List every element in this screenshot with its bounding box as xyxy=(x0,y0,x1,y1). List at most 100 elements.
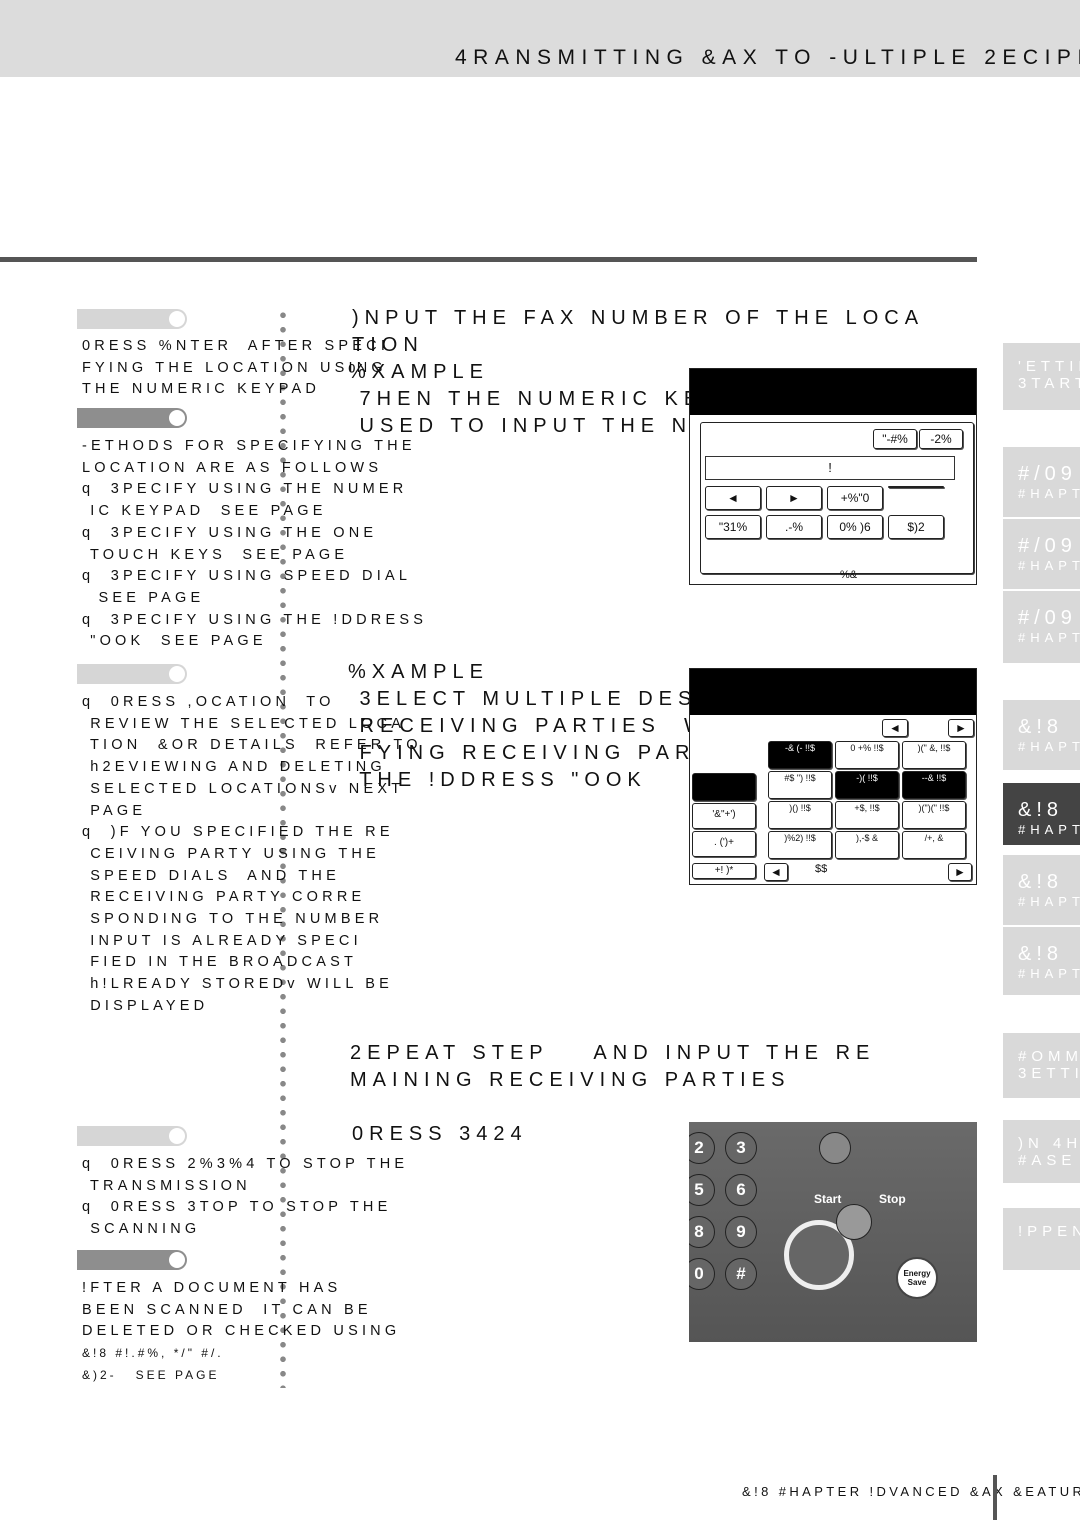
chapter-tab[interactable]: #OMMON3ETTINGS xyxy=(1003,1033,1080,1098)
keypad-key[interactable]: 3 xyxy=(725,1132,757,1164)
chapter-tab[interactable]: &!8#HAPTER xyxy=(1003,783,1080,845)
chapter-tab[interactable]: #/09#HAPTER xyxy=(1003,447,1080,517)
text-line: RECEIVING PARTY CORRE xyxy=(82,889,366,906)
note-label-tab xyxy=(77,309,187,329)
destination-button[interactable]: #$ ") !!$ xyxy=(768,771,832,799)
text-line: TOUCH KEYS SEE PAGE xyxy=(82,546,349,563)
page-indicator: $$ xyxy=(815,863,828,875)
text-line: &!8 #!.#%, */" #/. xyxy=(82,1346,224,1360)
screen-title-bar xyxy=(690,669,976,715)
tab-subtitle: #HAPTER xyxy=(1018,966,1080,981)
destination-button[interactable]: ),-$ & xyxy=(835,831,899,859)
page-prev-button[interactable]: ◄ xyxy=(764,863,788,881)
tab-title: !PPENDIX xyxy=(1018,1223,1080,1240)
destination-button[interactable]: /+, & xyxy=(902,831,966,859)
dialog-button[interactable]: $)2 xyxy=(888,515,944,539)
destination-button[interactable]: -& (- !!$ xyxy=(768,741,832,769)
reference-text: -ETHODS FOR SPECIFYING THE LOCATION ARE A… xyxy=(82,436,427,653)
chapter-tab[interactable]: #/09#HAPTER xyxy=(1003,591,1080,663)
dialog-button[interactable]: "31% xyxy=(705,515,761,539)
numeric-input-screen: "-#% -2% ! ◄ ► +%"0 "31% .-% 0% )6 $)2 %… xyxy=(689,368,977,585)
text-line: DISPLAYED xyxy=(82,997,209,1014)
note-label-tab xyxy=(77,1126,187,1146)
control-panel-image: 2 3 5 6 8 9 0 # Start Stop Energy Save xyxy=(689,1122,977,1342)
tab-button[interactable]: "-#% xyxy=(873,429,917,449)
tab-subtitle: #HAPTER xyxy=(1018,894,1080,909)
cursor-right-button[interactable]: ► xyxy=(766,486,822,510)
keypad-key[interactable]: 2 xyxy=(689,1132,715,1164)
tab-title: #/09 xyxy=(1018,607,1077,629)
cursor-left-button[interactable]: ◄ xyxy=(705,486,761,510)
page-next-button[interactable]: ► xyxy=(948,863,972,881)
destination-button[interactable]: -)( !!$ xyxy=(835,771,899,799)
text-line: "OOK SEE PAGE xyxy=(82,633,267,650)
destination-button[interactable]: )%2) !!$ xyxy=(768,831,832,859)
text-line: THE NUMERIC KEYPAD xyxy=(82,381,321,398)
tab-subtitle: #ASE xyxy=(1018,1152,1077,1169)
chapter-tab[interactable]: &!8#HAPTER xyxy=(1003,700,1080,770)
fax-number-field[interactable]: ! xyxy=(705,456,955,480)
keypad-key[interactable]: 8 xyxy=(689,1216,715,1248)
panel-button xyxy=(819,1132,851,1164)
tab-subtitle: #HAPTER xyxy=(1018,630,1080,645)
destination-button[interactable]: --& !!$ xyxy=(902,771,966,799)
tab-subtitle: 3TARTED xyxy=(1018,375,1080,392)
address-book-category-button[interactable]: . (')+ xyxy=(692,831,756,857)
tab-title: &!8 xyxy=(1018,716,1064,738)
screen-bottom-label: %& xyxy=(840,569,858,581)
keypad-key[interactable]: 9 xyxy=(725,1216,757,1248)
reference-text: !FTER A DOCUMENT HAS BEEN SCANNED IT CAN … xyxy=(82,1278,400,1343)
destination-button[interactable]: )() !!$ xyxy=(768,801,832,829)
text-line: SEE PAGE xyxy=(82,589,205,606)
tab-title: 'ETTING xyxy=(1018,358,1080,375)
chapter-tab[interactable]: &!8#HAPTER xyxy=(1003,855,1080,925)
dialog-button[interactable] xyxy=(888,486,944,488)
scroll-right-button[interactable]: ► xyxy=(948,719,974,737)
text-line: q 3PECIFY USING THE ONE xyxy=(82,524,378,541)
tab-title: #/09 xyxy=(1018,463,1077,485)
address-book-category-button[interactable]: '&"+') xyxy=(692,803,756,829)
scroll-left-button[interactable]: ◄ xyxy=(882,719,908,737)
chapter-tab[interactable]: !PPENDIX xyxy=(1003,1208,1080,1270)
destination-button[interactable]: 0 +% !!$ xyxy=(835,741,899,769)
text-line: IC KEYPAD SEE PAGE xyxy=(82,503,327,520)
tab-button[interactable]: -2% xyxy=(919,429,963,449)
keypad-key[interactable]: # xyxy=(725,1258,757,1290)
note-text: 0RESS %NTER AFTER SPECI FYING THE LOCATIO… xyxy=(82,336,389,401)
text-line: SPONDING TO THE NUMBER xyxy=(82,911,384,928)
text-line: DELETED OR CHECKED USING xyxy=(82,1323,401,1340)
stop-button[interactable] xyxy=(836,1204,872,1240)
chapter-tab[interactable]: )N 4HIS#ASE xyxy=(1003,1120,1080,1183)
manual-page: 4RANSMITTING &AX TO -ULTIPLE 2ECIPIENTS … xyxy=(0,0,1080,1527)
dialog-button[interactable]: .-% xyxy=(766,515,822,539)
chapter-tab[interactable]: &!8#HAPTER xyxy=(1003,927,1080,995)
destination-button[interactable]: )(")(" !!$ xyxy=(902,801,966,829)
tab-title: &!8 xyxy=(1018,943,1064,965)
destination-button[interactable]: +$, !!$ xyxy=(835,801,899,829)
address-book-category-button[interactable]: +! )* xyxy=(692,863,756,879)
address-book-category-button[interactable] xyxy=(692,773,756,801)
text-line: q 0RESS 3TOP TO STOP THE xyxy=(82,1199,392,1216)
tab-title: )N 4HIS xyxy=(1018,1135,1080,1152)
chapter-tab[interactable]: #/09#HAPTER xyxy=(1003,519,1080,589)
destination-button[interactable]: )(" &, !!$ xyxy=(902,741,966,769)
tab-title: &!8 xyxy=(1018,799,1064,821)
section-divider xyxy=(0,257,977,262)
dialog-button[interactable]: +%"0 xyxy=(827,486,883,510)
energy-save-button[interactable]: Energy Save xyxy=(896,1257,938,1299)
address-book-screen: '&"+') . (')+ +! )* ◄ $$ ► ◄ ► -& (- !!$… xyxy=(689,668,977,885)
note-label-tab xyxy=(77,664,187,684)
keypad-key[interactable]: 5 xyxy=(689,1174,715,1206)
tab-subtitle: #HAPTER xyxy=(1018,822,1080,837)
tab-title: #/09 xyxy=(1018,535,1077,557)
text-line: h!LREADY STOREDv WILL BE xyxy=(82,976,394,993)
reference-small-text: &!8 #!.#%, */" #/. &)2- SEE PAGE xyxy=(82,1343,224,1386)
keypad-key[interactable]: 0 xyxy=(689,1258,715,1290)
text-line: )NPUT THE FAX NUMBER OF THE LOCA xyxy=(352,307,925,329)
text-line: 0RESS %NTER AFTER SPECI xyxy=(82,338,390,354)
keypad-key[interactable]: 6 xyxy=(725,1174,757,1206)
reference-label-tab xyxy=(77,408,187,428)
text-line: TION xyxy=(352,334,424,356)
chapter-tab[interactable]: 'ETTING3TARTED xyxy=(1003,343,1080,410)
dialog-button[interactable]: 0% )6 xyxy=(827,515,883,539)
